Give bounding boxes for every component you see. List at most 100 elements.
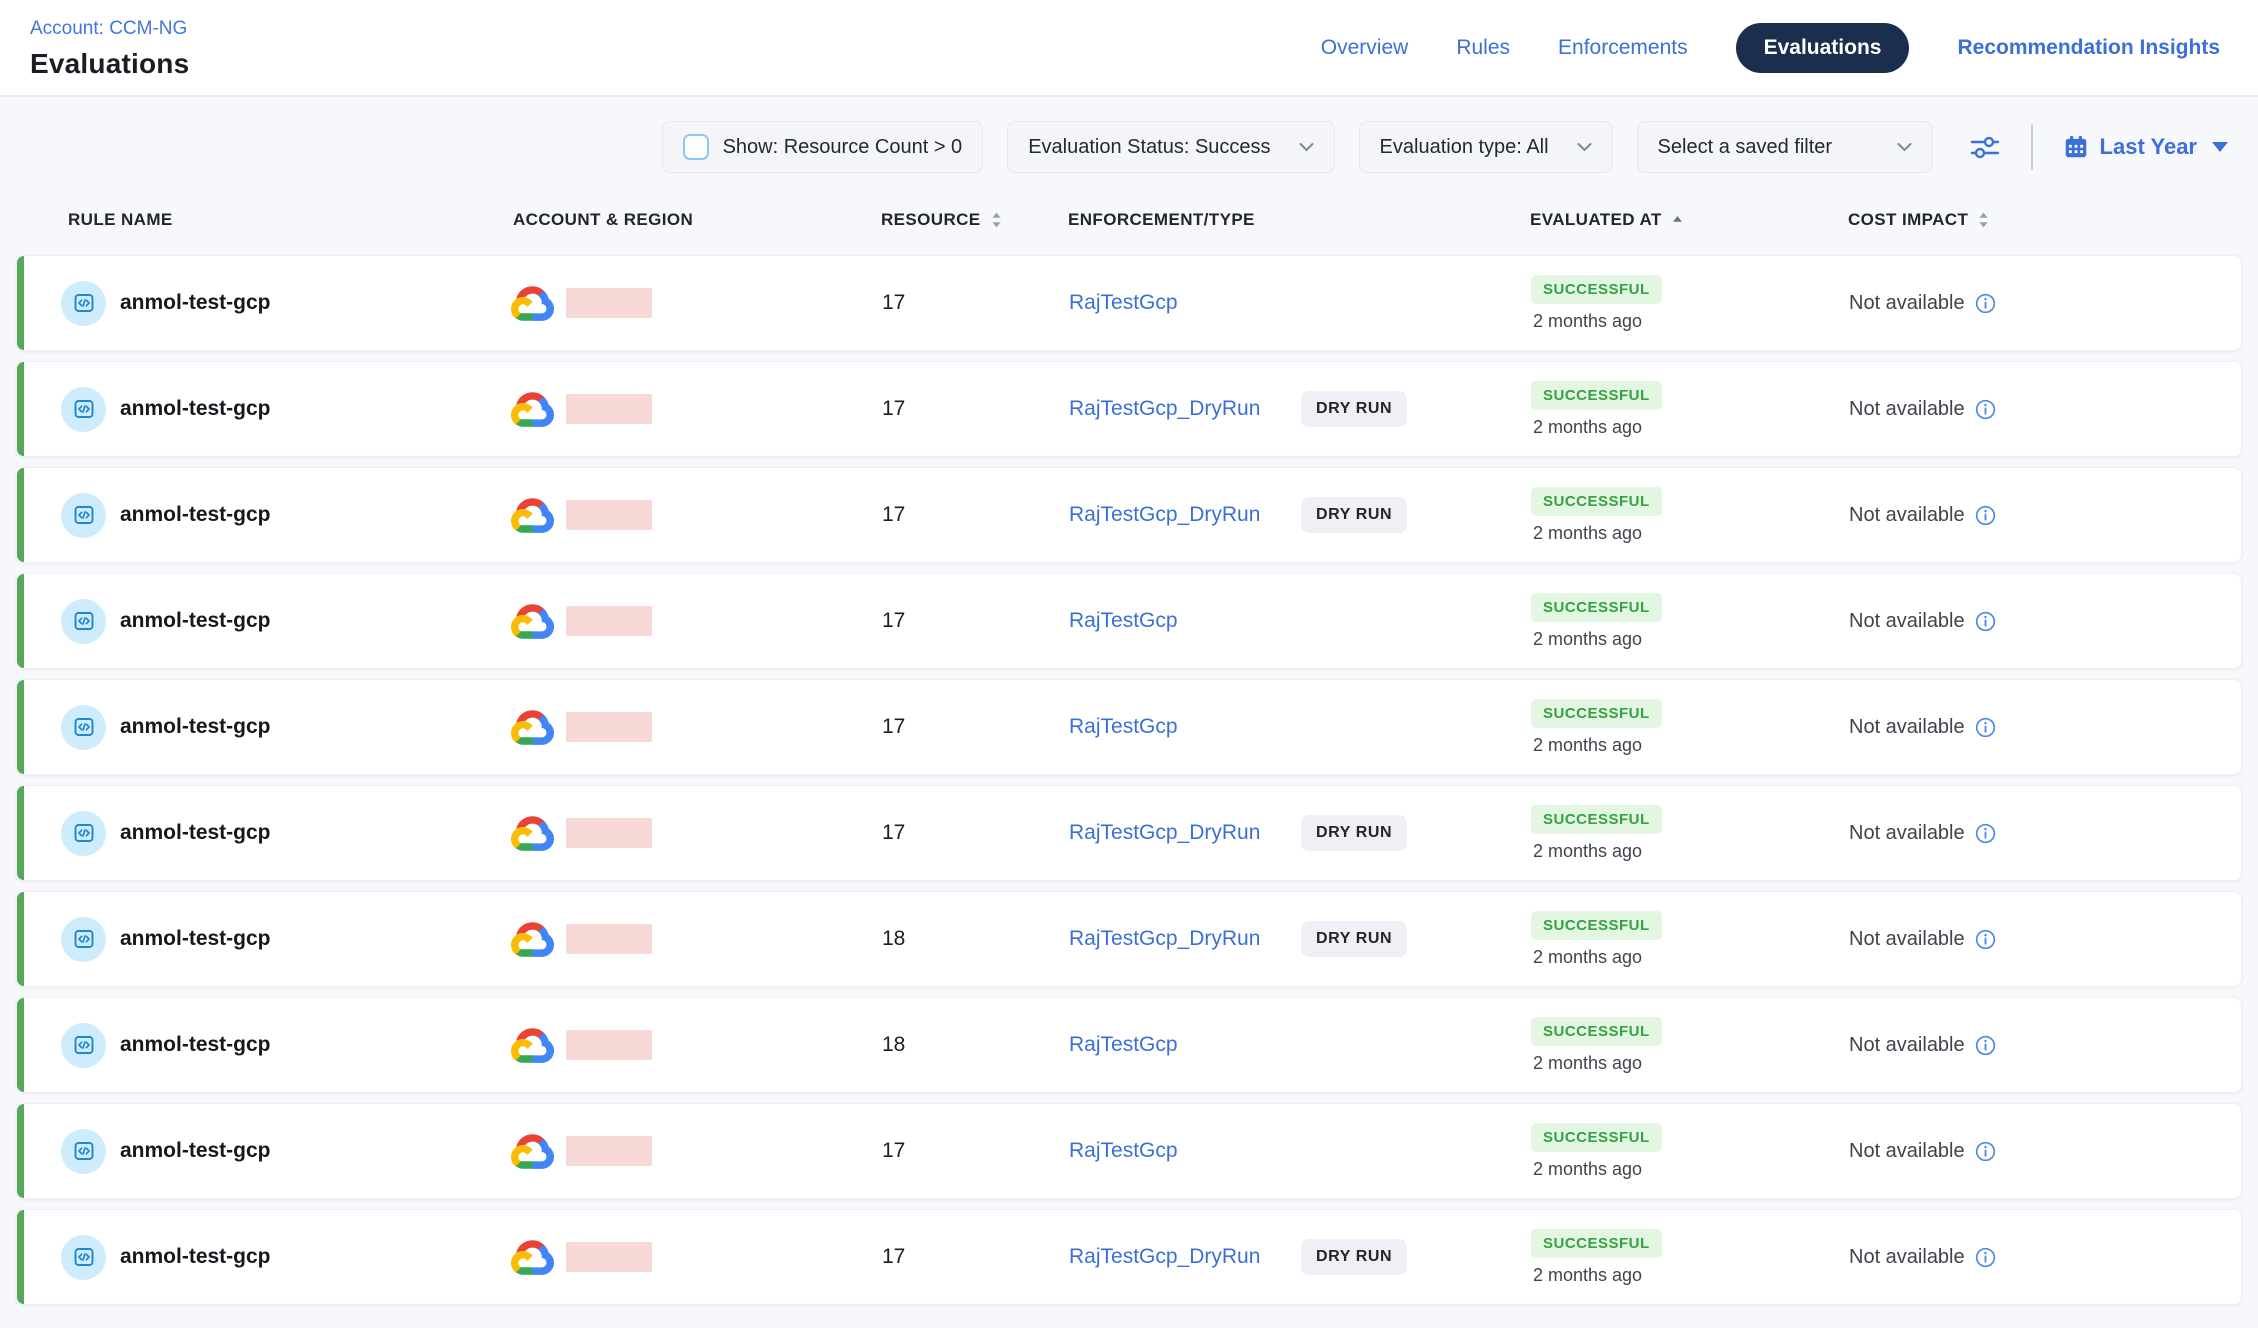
dry-run-badge: DRY RUN — [1301, 815, 1407, 851]
gcp-logo-icon — [511, 816, 554, 851]
account-region-cell — [511, 362, 865, 456]
evaluation-row[interactable]: anmol-test-gcp 17 RajTestGcp_DryRun DRY … — [16, 785, 2242, 881]
status-badge: SUCCESSFUL — [1531, 1229, 1662, 1258]
evaluation-row[interactable]: anmol-test-gcp 17 RajTestGcp SUCCESSFUL … — [16, 1103, 2242, 1199]
info-icon[interactable] — [1975, 293, 1996, 314]
sort-ascending-icon[interactable] — [1671, 211, 1684, 229]
cost-impact-value: Not available — [1849, 822, 1965, 845]
account-name-redacted — [566, 500, 652, 530]
rule-name: anmol-test-gcp — [120, 397, 271, 421]
status-indicator-bar — [17, 1104, 24, 1198]
enforcement-cell: RajTestGcp — [1015, 574, 1475, 668]
info-icon[interactable] — [1975, 823, 1996, 844]
account-name-redacted — [566, 394, 652, 424]
resource-count: 17 — [882, 503, 905, 527]
enforcement-link[interactable]: RajTestGcp_DryRun — [1069, 1245, 1260, 1269]
evaluation-row[interactable]: anmol-test-gcp 17 RajTestGcp SUCCESSFUL … — [16, 255, 2242, 351]
rule-name-cell: anmol-test-gcp — [17, 998, 511, 1092]
title-block: Account: CCM-NG Evaluations — [30, 16, 189, 80]
sort-icon[interactable] — [1977, 211, 1990, 229]
evaluated-at-cell: SUCCESSFUL 2 months ago — [1475, 998, 1793, 1092]
enforcement-cell: RajTestGcp — [1015, 256, 1475, 350]
evaluated-time: 2 months ago — [1533, 523, 1642, 544]
gcp-logo-icon — [511, 392, 554, 427]
status-badge: SUCCESSFUL — [1531, 699, 1662, 728]
resource-count-filter[interactable]: Show: Resource Count > 0 — [662, 121, 984, 173]
account-name-redacted — [566, 818, 652, 848]
date-range-picker[interactable]: Last Year — [2063, 134, 2228, 160]
info-icon[interactable] — [1975, 611, 1996, 632]
rule-name: anmol-test-gcp — [120, 1245, 271, 1269]
column-header-evaluated-at[interactable]: EVALUATED AT — [1474, 210, 1792, 230]
enforcement-link[interactable]: RajTestGcp_DryRun — [1069, 503, 1260, 527]
nav-enforcements[interactable]: Enforcements — [1558, 36, 1688, 60]
nav-recommendation-insights[interactable]: Recommendation Insights — [1957, 36, 2220, 60]
column-header-cost-impact[interactable]: COST IMPACT — [1792, 210, 2242, 230]
evaluations-page: Account: CCM-NG Evaluations Overview Rule… — [0, 0, 2258, 1328]
resource-count: 17 — [882, 291, 905, 315]
info-icon[interactable] — [1975, 399, 1996, 420]
resource-cell: 17 — [865, 362, 1015, 456]
nav-rules[interactable]: Rules — [1456, 36, 1510, 60]
enforcement-link[interactable]: RajTestGcp — [1069, 609, 1178, 633]
gcp-logo-icon — [511, 1028, 554, 1063]
info-icon[interactable] — [1975, 1035, 1996, 1056]
resource-count: 17 — [882, 821, 905, 845]
cost-impact-cell: Not available — [1793, 468, 2241, 562]
date-range-value: Last Year — [2100, 134, 2197, 160]
column-header-resource[interactable]: RESOURCE — [864, 210, 1014, 230]
rule-name-cell: anmol-test-gcp — [17, 574, 511, 668]
evaluation-type-value: Evaluation type: All — [1380, 136, 1549, 159]
evaluation-row[interactable]: anmol-test-gcp 18 RajTestGcp_DryRun DRY … — [16, 891, 2242, 987]
cost-impact-value: Not available — [1849, 1034, 1965, 1057]
evaluated-time: 2 months ago — [1533, 629, 1642, 650]
sort-icon[interactable] — [990, 211, 1003, 229]
status-indicator-bar — [17, 1210, 24, 1304]
saved-filter-dropdown[interactable]: Select a saved filter — [1637, 121, 1933, 173]
enforcement-link[interactable]: RajTestGcp — [1069, 1139, 1178, 1163]
account-region-cell — [511, 256, 865, 350]
evaluated-at-cell: SUCCESSFUL 2 months ago — [1475, 892, 1793, 986]
cost-impact-value: Not available — [1849, 610, 1965, 633]
cost-impact-value: Not available — [1849, 504, 1965, 527]
info-icon[interactable] — [1975, 505, 1996, 526]
evaluation-row[interactable]: anmol-test-gcp 17 RajTestGcp SUCCESSFUL … — [16, 679, 2242, 775]
filter-settings-button[interactable] — [1969, 132, 2001, 162]
evaluation-row[interactable]: anmol-test-gcp 17 RajTestGcp_DryRun DRY … — [16, 467, 2242, 563]
rule-name-cell: anmol-test-gcp — [17, 1104, 511, 1198]
column-label: RESOURCE — [881, 210, 981, 230]
enforcement-cell: RajTestGcp_DryRun DRY RUN — [1015, 362, 1475, 456]
evaluation-row[interactable]: anmol-test-gcp 17 RajTestGcp_DryRun DRY … — [16, 1209, 2242, 1305]
evaluation-type-dropdown[interactable]: Evaluation type: All — [1359, 121, 1613, 173]
info-icon[interactable] — [1975, 1247, 1996, 1268]
saved-filter-placeholder: Select a saved filter — [1658, 136, 1833, 159]
enforcement-cell: RajTestGcp_DryRun DRY RUN — [1015, 468, 1475, 562]
rule-icon — [61, 1235, 106, 1280]
dry-run-badge: DRY RUN — [1301, 921, 1407, 957]
rule-name-cell: anmol-test-gcp — [17, 786, 511, 880]
rule-name-cell: anmol-test-gcp — [17, 468, 511, 562]
enforcement-link[interactable]: RajTestGcp — [1069, 291, 1178, 315]
enforcement-link[interactable]: RajTestGcp_DryRun — [1069, 821, 1260, 845]
nav-evaluations[interactable]: Evaluations — [1736, 23, 1910, 73]
evaluation-row[interactable]: anmol-test-gcp 17 RajTestGcp_DryRun DRY … — [16, 361, 2242, 457]
evaluation-row[interactable]: anmol-test-gcp 18 RajTestGcp SUCCESSFUL … — [16, 997, 2242, 1093]
rule-icon — [61, 493, 106, 538]
filter-bar: Show: Resource Count > 0 Evaluation Stat… — [0, 97, 2258, 195]
enforcement-link[interactable]: RajTestGcp_DryRun — [1069, 927, 1260, 951]
evaluation-row[interactable]: anmol-test-gcp 17 RajTestGcp SUCCESSFUL … — [16, 573, 2242, 669]
info-icon[interactable] — [1975, 929, 1996, 950]
resource-cell: 17 — [865, 1210, 1015, 1304]
status-indicator-bar — [17, 574, 24, 668]
info-icon[interactable] — [1975, 1141, 1996, 1162]
account-breadcrumb[interactable]: Account: CCM-NG — [30, 18, 189, 40]
nav-overview[interactable]: Overview — [1321, 36, 1409, 60]
info-icon[interactable] — [1975, 717, 1996, 738]
enforcement-link[interactable]: RajTestGcp — [1069, 1033, 1178, 1057]
evaluation-status-dropdown[interactable]: Evaluation Status: Success — [1007, 121, 1334, 173]
status-indicator-bar — [17, 998, 24, 1092]
enforcement-link[interactable]: RajTestGcp_DryRun — [1069, 397, 1260, 421]
account-name-redacted — [566, 1030, 652, 1060]
enforcement-link[interactable]: RajTestGcp — [1069, 715, 1178, 739]
resource-count-checkbox[interactable] — [683, 134, 709, 160]
